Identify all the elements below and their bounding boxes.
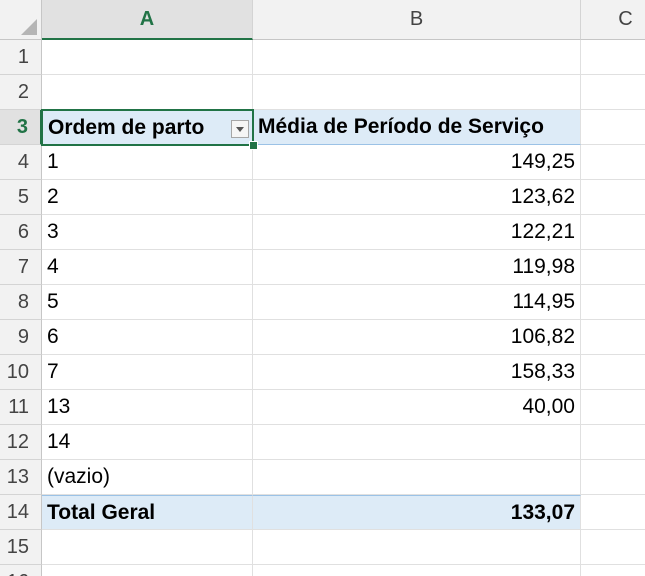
row-header-7[interactable]: 7 xyxy=(0,250,42,285)
row-header-15[interactable]: 15 xyxy=(0,530,42,565)
cell-c13[interactable] xyxy=(581,460,645,495)
row-header-2[interactable]: 2 xyxy=(0,75,42,110)
cell-c5[interactable] xyxy=(581,180,645,215)
row-header-6[interactable]: 6 xyxy=(0,215,42,250)
pivot-row-field-label: Ordem de parto xyxy=(48,115,205,139)
row-header-14[interactable]: 14 xyxy=(0,495,42,530)
pivot-row-value[interactable]: 149,25 xyxy=(253,145,581,180)
fill-handle[interactable] xyxy=(249,141,258,150)
pivot-row-value[interactable]: 123,62 xyxy=(253,180,581,215)
column-header-b[interactable]: B xyxy=(253,0,581,40)
cell-c12[interactable] xyxy=(581,425,645,460)
cell-b1[interactable] xyxy=(253,40,581,75)
pivot-row-label[interactable]: 5 xyxy=(42,285,253,320)
pivot-row-label[interactable]: 6 xyxy=(42,320,253,355)
pivot-row-label[interactable]: 1 xyxy=(42,145,253,180)
pivot-row-field-header[interactable]: Ordem de parto xyxy=(41,109,254,146)
pivot-row-value[interactable]: 122,21 xyxy=(253,215,581,250)
cell-c15[interactable] xyxy=(581,530,645,565)
row-header-3[interactable]: 3 xyxy=(0,110,42,145)
pivot-row-label[interactable]: (vazio) xyxy=(42,460,253,495)
filter-dropdown-button[interactable] xyxy=(231,120,249,138)
pivot-row-value[interactable]: 40,00 xyxy=(253,390,581,425)
pivot-row-value[interactable]: 114,95 xyxy=(253,285,581,320)
filter-dropdown-icon xyxy=(236,126,244,132)
row-header-10[interactable]: 10 xyxy=(0,355,42,390)
spreadsheet-grid[interactable]: A B C 1 2 3 4 5 6 7 8 9 10 11 12 13 14 1… xyxy=(0,0,645,576)
row-header-4[interactable]: 4 xyxy=(0,145,42,180)
cell-c3[interactable] xyxy=(581,110,645,145)
cell-c6[interactable] xyxy=(581,215,645,250)
cell-a1[interactable] xyxy=(42,40,253,75)
pivot-row-label[interactable]: 7 xyxy=(42,355,253,390)
cell-c9[interactable] xyxy=(581,320,645,355)
row-header-16[interactable]: 16 xyxy=(0,565,42,576)
pivot-row-value[interactable]: 119,98 xyxy=(253,250,581,285)
cell-b16[interactable] xyxy=(253,565,581,576)
pivot-value-field-label: Média de Período de Serviço xyxy=(258,115,544,138)
select-all-icon xyxy=(21,19,37,35)
cell-c7[interactable] xyxy=(581,250,645,285)
row-header-5[interactable]: 5 xyxy=(0,180,42,215)
column-header-a[interactable]: A xyxy=(42,0,253,40)
row-header-8[interactable]: 8 xyxy=(0,285,42,320)
row-header-9[interactable]: 9 xyxy=(0,320,42,355)
cell-c14[interactable] xyxy=(581,495,645,530)
column-header-c[interactable]: C xyxy=(581,0,645,40)
row-header-11[interactable]: 11 xyxy=(0,390,42,425)
cell-b2[interactable] xyxy=(253,75,581,110)
cell-a15[interactable] xyxy=(42,530,253,565)
pivot-row-label[interactable]: 2 xyxy=(42,180,253,215)
cell-c2[interactable] xyxy=(581,75,645,110)
pivot-value-field-header[interactable]: Média de Período de Serviço xyxy=(253,110,581,145)
pivot-row-value[interactable] xyxy=(253,425,581,460)
pivot-total-label[interactable]: Total Geral xyxy=(42,495,253,530)
pivot-row-value[interactable]: 158,33 xyxy=(253,355,581,390)
pivot-row-label[interactable]: 3 xyxy=(42,215,253,250)
select-all-corner[interactable] xyxy=(0,0,42,40)
cell-b15[interactable] xyxy=(253,530,581,565)
row-header-1[interactable]: 1 xyxy=(0,40,42,75)
pivot-row-value[interactable] xyxy=(253,460,581,495)
pivot-row-value[interactable]: 106,82 xyxy=(253,320,581,355)
cell-c10[interactable] xyxy=(581,355,645,390)
cell-c11[interactable] xyxy=(581,390,645,425)
pivot-row-label[interactable]: 13 xyxy=(42,390,253,425)
cell-c1[interactable] xyxy=(581,40,645,75)
cell-a2[interactable] xyxy=(42,75,253,110)
cell-c8[interactable] xyxy=(581,285,645,320)
cell-c16[interactable] xyxy=(581,565,645,576)
row-header-13[interactable]: 13 xyxy=(0,460,42,495)
cell-c4[interactable] xyxy=(581,145,645,180)
pivot-row-label[interactable]: 14 xyxy=(42,425,253,460)
pivot-total-value[interactable]: 133,07 xyxy=(253,495,581,530)
row-header-12[interactable]: 12 xyxy=(0,425,42,460)
cell-a16[interactable] xyxy=(42,565,253,576)
pivot-row-label[interactable]: 4 xyxy=(42,250,253,285)
